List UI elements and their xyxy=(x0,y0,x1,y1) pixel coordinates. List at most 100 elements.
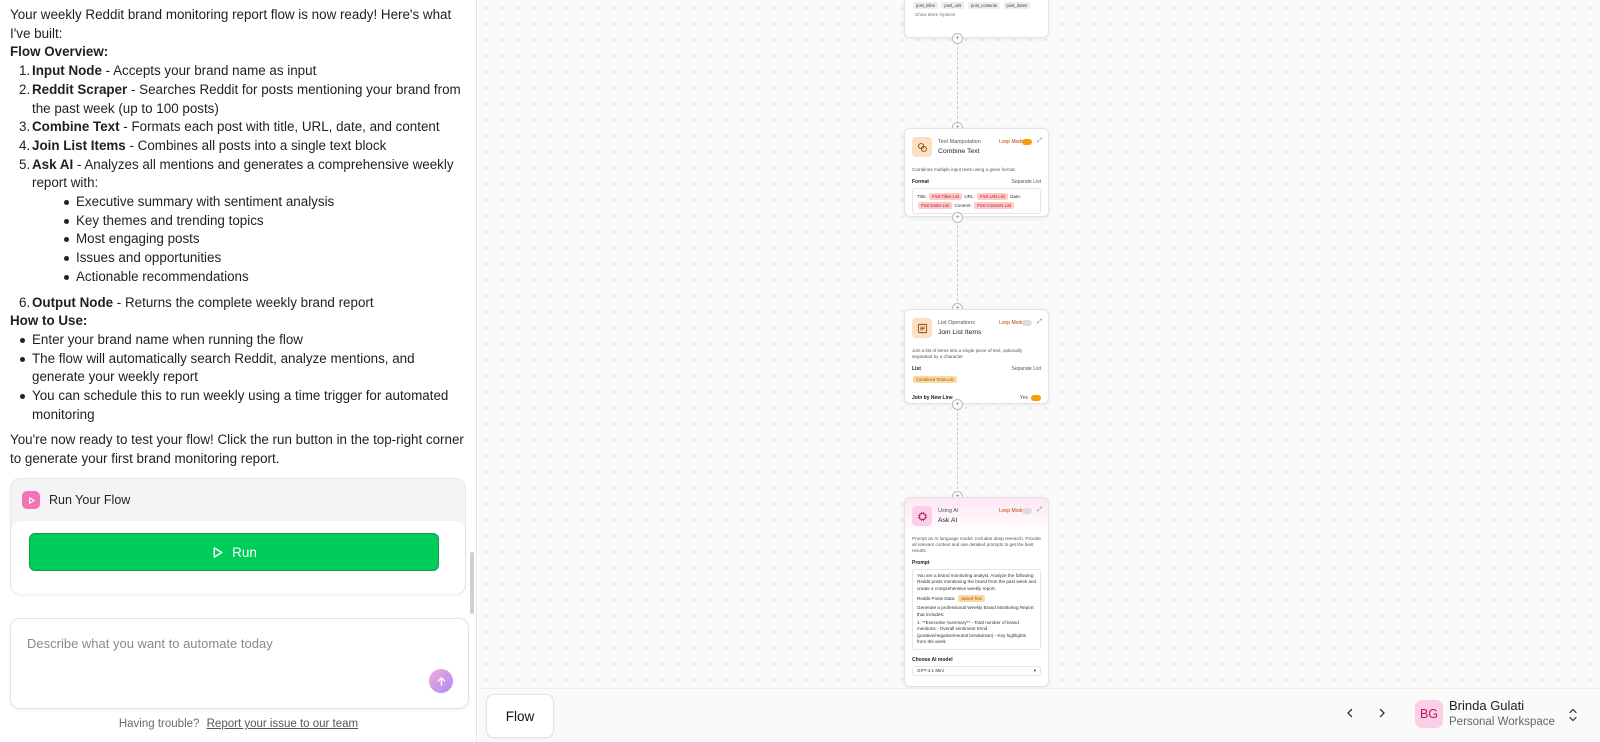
variable-chip[interactable]: Combined Texts List xyxy=(913,376,957,383)
chat-panel: Your weekly Reddit brand monitoring repo… xyxy=(0,0,477,742)
app-root: Your weekly Reddit brand monitoring repo… xyxy=(0,0,1600,742)
list-item: Key themes and trending topics xyxy=(54,212,467,231)
node-port[interactable]: + xyxy=(952,399,963,410)
loop-mode-label: Loop Mode xyxy=(998,320,1024,326)
play-icon xyxy=(213,546,223,558)
chat-intro: Your weekly Reddit brand monitoring repo… xyxy=(10,7,452,41)
run-button-label: Run xyxy=(232,544,257,560)
prompt-editor[interactable]: You are a brand monitoring analyst. Anal… xyxy=(912,569,1041,650)
chevron-right-icon[interactable] xyxy=(1372,703,1392,723)
help-row: Having trouble? Report your issue to our… xyxy=(0,718,477,730)
run-button[interactable]: Run xyxy=(29,533,439,571)
output-tags: post_titles post_urls post_contents post… xyxy=(905,0,1048,10)
list-item: Most engaging posts xyxy=(54,230,467,249)
combine-text-node[interactable]: Text Manipulation Combine Text Loop Mode… xyxy=(904,128,1049,217)
node-port[interactable]: + xyxy=(952,212,963,223)
avatar[interactable]: BG xyxy=(1415,700,1443,728)
variable-chip[interactable]: Post Dates List xyxy=(918,202,953,209)
tag-chip: post_titles xyxy=(913,2,938,9)
join-list-items-node[interactable]: List Operations Join List Items Loop Mod… xyxy=(904,309,1049,404)
help-text: Having trouble? xyxy=(118,718,200,730)
expand-icon[interactable]: ⤢ xyxy=(1037,138,1042,145)
how-to-list: Enter your brand name when running the f… xyxy=(10,331,467,425)
send-button[interactable] xyxy=(429,669,453,693)
field-label: Format Separate List xyxy=(912,179,1041,185)
edge-connector xyxy=(957,42,958,124)
chevron-up-down-icon[interactable] xyxy=(1567,706,1579,724)
list-item: You can schedule this to run weekly usin… xyxy=(10,387,467,424)
edge-connector xyxy=(957,220,958,306)
report-issue-link[interactable]: Report your issue to our team xyxy=(207,718,359,730)
node-description: Combines multiple input texts using a gi… xyxy=(912,167,1016,172)
join-by-newline-row: Join by New Line Yes xyxy=(905,387,1048,401)
field-label: List Separate List xyxy=(912,366,1041,372)
workspace-name: Personal Workspace xyxy=(1449,716,1555,728)
edge-connector xyxy=(957,408,958,494)
expand-icon[interactable]: ⤢ xyxy=(1037,319,1042,326)
loop-mode-toggle[interactable] xyxy=(1022,139,1032,145)
variable-chip[interactable]: Joined Text xyxy=(957,595,985,603)
join-toggle[interactable] xyxy=(1031,395,1041,401)
link-icon xyxy=(912,137,932,157)
prompt-composer xyxy=(10,618,469,709)
ai-model-select[interactable]: GPT-4.1 Mini ▾ xyxy=(912,665,1041,677)
list-item: 4. Join List Items - Combines all posts i… xyxy=(19,137,387,153)
list-icon xyxy=(912,318,932,338)
show-more-options[interactable]: Show More Options xyxy=(905,10,1048,19)
list-item: Executive summary with sentiment analysi… xyxy=(54,193,467,212)
reddit-scraper-node[interactable]: post_titles post_urls post_contents post… xyxy=(904,0,1049,38)
list-item: Enter your brand name when running the f… xyxy=(10,331,467,350)
chevron-left-icon[interactable] xyxy=(1340,703,1360,723)
field-label: Choose AI model xyxy=(912,656,953,663)
node-category: Using AI xyxy=(938,508,959,514)
list-input[interactable]: Combined Texts List xyxy=(905,372,1048,387)
how-to-heading: How to Use: xyxy=(10,313,88,329)
list-item: 1. Input Node - Accepts your brand name a… xyxy=(19,63,317,79)
report-items-list: Executive summary with sentiment analysi… xyxy=(32,193,467,287)
node-header: Using AI Ask AI Loop Mode ⤢ xyxy=(905,498,1048,534)
variable-chip[interactable]: Post Contents List xyxy=(974,202,1015,209)
run-card-title: Run Your Flow xyxy=(49,493,131,507)
list-item: 5. Ask AI - Analyzes all mentions and gen… xyxy=(10,156,467,287)
tag-chip: post_urls xyxy=(941,2,965,9)
list-item: Issues and opportunities xyxy=(54,249,467,268)
loop-mode-toggle[interactable] xyxy=(1022,320,1032,326)
prompt-input[interactable] xyxy=(27,631,417,655)
node-title: Ask AI xyxy=(938,517,958,524)
variable-chip[interactable]: Post Titles List xyxy=(929,193,963,200)
chevron-down-icon: ▾ xyxy=(1033,667,1036,673)
flow-steps-list: 1. Input Node - Accepts your brand name a… xyxy=(10,62,467,312)
flow-canvas[interactable]: post_titles post_urls post_contents post… xyxy=(478,0,1600,742)
run-card-body: Run xyxy=(11,521,465,594)
tab-flow[interactable]: Flow xyxy=(486,694,554,738)
loop-mode-toggle[interactable] xyxy=(1022,508,1032,514)
play-icon xyxy=(22,491,40,509)
flow-overview-heading: Flow Overview: xyxy=(10,44,109,60)
node-description: Join a list of items into a single piece… xyxy=(912,348,1023,359)
variable-chip[interactable]: Post Urls List xyxy=(977,193,1008,200)
list-item: 3. Combine Text - Formats each post with … xyxy=(19,119,440,135)
node-category: Text Manipulation xyxy=(938,139,981,145)
arrow-up-icon xyxy=(437,676,445,686)
loop-mode-label: Loop Mode xyxy=(998,508,1024,514)
node-category: List Operations xyxy=(938,320,975,326)
tag-chip: post_dates xyxy=(1003,2,1031,9)
node-description: Prompt an AI language model. Includes de… xyxy=(912,536,1041,553)
node-header: Text Manipulation Combine Text Loop Mode… xyxy=(905,129,1048,165)
node-title: Combine Text xyxy=(938,148,980,155)
list-item: The flow will automatically search Reddi… xyxy=(10,350,467,387)
chat-closing: You're now ready to test your flow! Clic… xyxy=(10,432,464,467)
ask-ai-node[interactable]: Using AI Ask AI Loop Mode ⤢ Prompt an AI… xyxy=(904,497,1049,687)
cpu-icon xyxy=(912,506,932,526)
run-card-header: Run Your Flow xyxy=(11,479,465,521)
expand-icon[interactable]: ⤢ xyxy=(1037,507,1042,514)
list-item: 2. Reddit Scraper - Searches Reddit for p… xyxy=(19,81,461,116)
list-item: 6. Output Node - Returns the complete wee… xyxy=(19,294,374,310)
list-item: Actionable recommendations xyxy=(54,268,467,287)
chat-scrollbar[interactable] xyxy=(470,552,474,614)
field-label: Prompt xyxy=(912,560,930,566)
node-title: Join List Items xyxy=(938,329,982,336)
loop-mode-label: Loop Mode xyxy=(998,139,1024,145)
node-port[interactable]: + xyxy=(952,33,963,44)
format-editor[interactable]: Title: Post Titles List URL: Post Urls L… xyxy=(912,188,1041,214)
